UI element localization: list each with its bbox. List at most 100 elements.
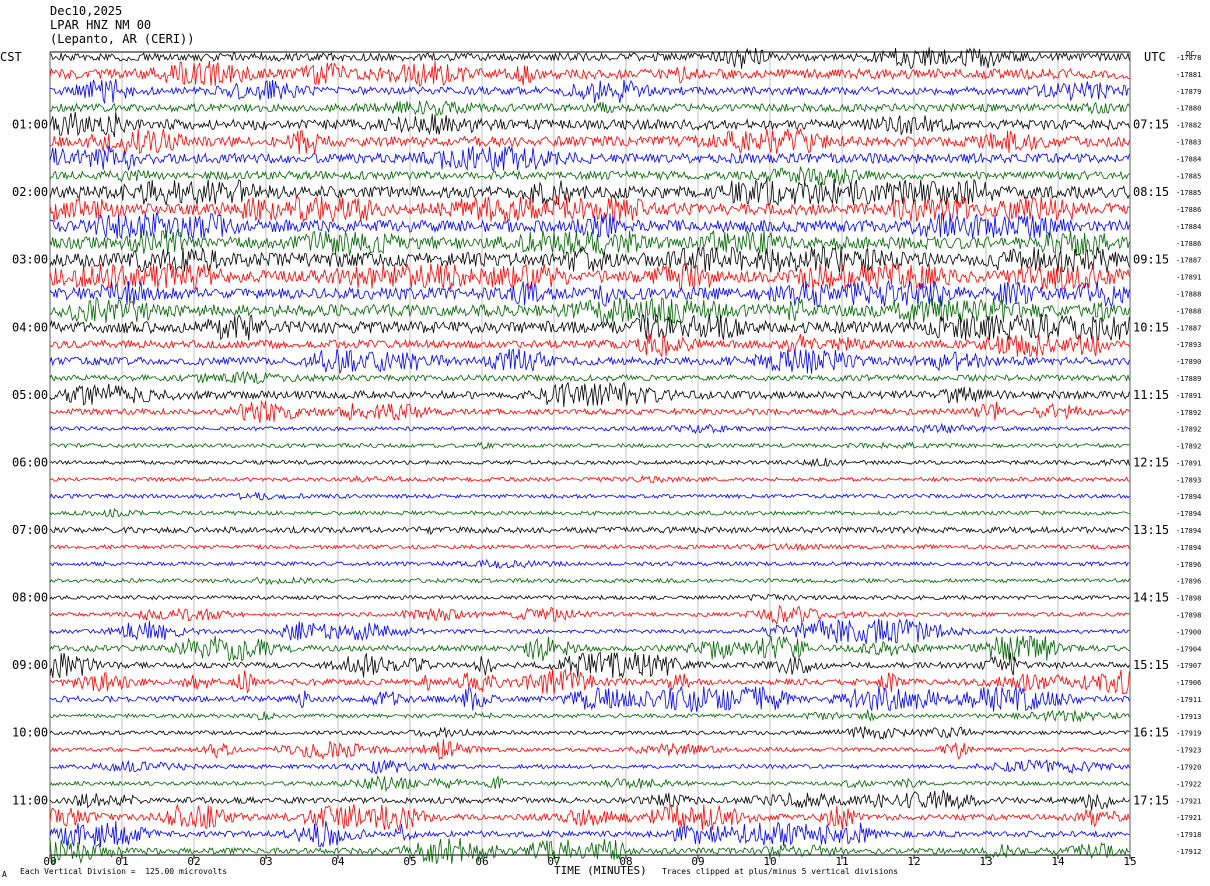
- dc-offset-label: -17894: [1176, 493, 1201, 501]
- right-hour-label: 14:15: [1133, 591, 1169, 605]
- left-hour-label: 11:00: [12, 793, 48, 807]
- right-hour-label: 07:15: [1133, 118, 1169, 132]
- seismic-trace: [49, 803, 1130, 832]
- seismic-trace: [49, 576, 1130, 586]
- right-hour-label: 11:15: [1133, 388, 1169, 402]
- dc-offset-label: -17919: [1176, 730, 1201, 738]
- dc-offset-label: -17904: [1176, 645, 1201, 653]
- dc-offset-label: -17906: [1176, 679, 1201, 687]
- seismic-trace: [49, 635, 1130, 662]
- seismic-trace: [49, 593, 1130, 602]
- right-hour-label: 16:15: [1133, 726, 1169, 740]
- seismic-trace: [49, 759, 1130, 775]
- scale-note: Each Vertical Division = 125.00 microvol…: [20, 867, 228, 876]
- right-hour-label: 09:15: [1133, 253, 1169, 267]
- dc-offset-label: -17885: [1176, 172, 1201, 180]
- dc-offset-label: -17898: [1176, 611, 1201, 619]
- x-tick-label: 13: [979, 855, 992, 868]
- seismic-trace: [49, 837, 1130, 865]
- seismic-trace: [49, 474, 1130, 484]
- dc-offset-label: -17884: [1176, 223, 1201, 231]
- left-hour-label: 05:00: [12, 388, 48, 402]
- left-hour-label: 10:00: [12, 726, 48, 740]
- seismic-trace: [49, 127, 1130, 155]
- helicorder-plot: 00 01 02 03 04 05 06 07 08 09 10 11 12 13 14 15-17878-1…: [12, 47, 1201, 868]
- dc-offset-label: -17893: [1176, 476, 1201, 484]
- dc-offset-label: -17912: [1176, 848, 1201, 856]
- seismic-trace: [49, 178, 1130, 206]
- left-hour-label: 03:00: [12, 253, 48, 267]
- left-hour-label: 02:00: [12, 185, 48, 199]
- seismic-trace: [49, 145, 1130, 172]
- dc-offset-label: -17893: [1176, 341, 1201, 349]
- seismic-trace: [49, 60, 1130, 87]
- seismic-trace: [49, 508, 1130, 518]
- dc-offset-label: -17892: [1176, 443, 1201, 451]
- left-hour-label: 01:00: [12, 118, 48, 132]
- dc-offset-label: -17885: [1176, 189, 1201, 197]
- dc-offset-label: -17891: [1176, 274, 1201, 282]
- seismic-trace: [49, 491, 1130, 501]
- dc-offset-label: -17891: [1176, 459, 1201, 467]
- dc-offset-label: -17894: [1176, 527, 1201, 535]
- right-hour-label: 15:15: [1133, 658, 1169, 672]
- dc-offset-label: -17907: [1176, 662, 1201, 670]
- seismic-trace: [49, 422, 1130, 435]
- dc-offset-label: -17890: [1176, 358, 1201, 366]
- dc-offset-label: -17881: [1176, 71, 1201, 79]
- x-tick-label: 05: [403, 855, 416, 868]
- seismic-trace: [49, 709, 1130, 722]
- right-hour-label: 10:15: [1133, 320, 1169, 334]
- seismic-trace: [49, 775, 1130, 793]
- dc-offset-label: -17887: [1176, 324, 1201, 332]
- dc-offset-label: -17889: [1176, 375, 1201, 383]
- dc-offset-label: -17918: [1176, 831, 1201, 839]
- seismic-trace: [49, 821, 1130, 848]
- dc-offset-label: -17879: [1176, 88, 1201, 96]
- dc-offset-label: -17923: [1176, 747, 1201, 755]
- dc-offset-label: -17887: [1176, 257, 1201, 265]
- left-hour-label: 09:00: [12, 658, 48, 672]
- corner-mark: A: [2, 870, 7, 879]
- dc-offset-label: -17886: [1176, 240, 1201, 248]
- dc-offset-label: -17884: [1176, 155, 1201, 163]
- dc-offset-label: -17886: [1176, 206, 1201, 214]
- dc-offset-label: -17882: [1176, 122, 1201, 130]
- seismic-trace: [49, 668, 1130, 695]
- seismic-trace: [49, 381, 1130, 408]
- dc-offset-label: -17921: [1176, 797, 1201, 805]
- dc-offset-label: -17894: [1176, 544, 1201, 552]
- seismic-trace: [49, 604, 1130, 626]
- dc-offset-label: -17898: [1176, 595, 1201, 603]
- left-hour-label: 08:00: [12, 591, 48, 605]
- right-hour-label: 12:15: [1133, 455, 1169, 469]
- seismic-trace: [49, 651, 1130, 679]
- x-axis-label: TIME (MINUTES): [554, 864, 647, 877]
- x-tick-label: 15: [1123, 855, 1136, 868]
- dc-offset-label: -17883: [1176, 138, 1201, 146]
- dc-offset-label: -17888: [1176, 307, 1201, 315]
- dc-offset-label: -17900: [1176, 628, 1201, 636]
- seismic-trace: [49, 558, 1130, 569]
- x-tick-label: 12: [907, 855, 920, 868]
- left-hour-label: 06:00: [12, 455, 48, 469]
- seismic-trace: [49, 370, 1130, 384]
- x-tick-label: 04: [331, 855, 345, 868]
- right-hour-label: 17:15: [1133, 793, 1169, 807]
- seismic-trace: [49, 525, 1130, 536]
- seismic-trace: [49, 542, 1130, 552]
- left-hour-label: 04:00: [12, 320, 48, 334]
- dc-offset-label: -17888: [1176, 291, 1201, 299]
- dc-offset-label: -17880: [1176, 105, 1201, 113]
- right-hour-label: 08:15: [1133, 185, 1169, 199]
- dc-offset-label: -17921: [1176, 814, 1201, 822]
- left-hour-label: 07:00: [12, 523, 48, 537]
- seismic-trace: [49, 789, 1130, 811]
- dc-offset-label: -17894: [1176, 510, 1201, 518]
- dc-offset-label: -17922: [1176, 780, 1201, 788]
- dc-offset-label: -17892: [1176, 426, 1201, 434]
- seismic-trace: [49, 399, 1130, 423]
- seismic-trace: [49, 348, 1130, 375]
- seismic-trace: [49, 441, 1130, 450]
- seismic-trace: [49, 738, 1130, 761]
